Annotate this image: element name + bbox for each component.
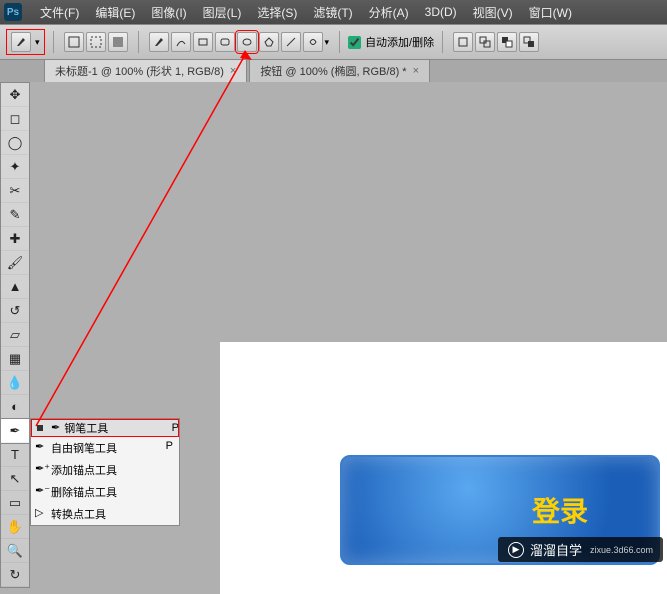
zoom-tool-icon[interactable]: 🔍 xyxy=(1,539,29,563)
healing-tool-icon[interactable]: ✚ xyxy=(1,227,29,251)
menu-analysis[interactable]: 分析(A) xyxy=(361,4,417,21)
gradient-tool-icon[interactable]: ▦ xyxy=(1,347,29,371)
auto-add-delete-label: 自动添加/删除 xyxy=(365,34,434,50)
divider xyxy=(53,31,54,53)
polygon-shape-icon[interactable] xyxy=(259,32,279,52)
dodge-tool-icon[interactable]: ◐ xyxy=(1,395,29,419)
menu-select[interactable]: 选择(S) xyxy=(249,4,305,21)
convert-point-icon: ▷ xyxy=(35,506,43,519)
play-icon: ▶ xyxy=(508,542,524,558)
pen-preset-icon[interactable] xyxy=(11,32,31,52)
flyout-item-add-anchor[interactable]: ✒⁺ 添加锚点工具 xyxy=(31,459,179,481)
active-marker-icon xyxy=(37,425,43,431)
shape-tool-icon[interactable]: ▭ xyxy=(1,491,29,515)
ellipse-shape-icon[interactable] xyxy=(237,32,257,52)
stamp-tool-icon[interactable]: ▲ xyxy=(1,275,29,299)
dropdown-icon[interactable]: ▾ xyxy=(325,37,330,48)
rect-shape-icon[interactable] xyxy=(193,32,213,52)
tool-preset-group: ▾ xyxy=(6,29,45,55)
flyout-item-label: 转换点工具 xyxy=(51,506,106,522)
pathop-intersect-icon[interactable] xyxy=(519,32,539,52)
tab-document-2[interactable]: 按钮 @ 100% (椭圆, RGB/8) * × xyxy=(249,59,430,82)
flyout-item-key: P xyxy=(172,422,179,434)
flyout-item-delete-anchor[interactable]: ✒⁻ 删除锚点工具 xyxy=(31,481,179,503)
fill-pixels-icon[interactable] xyxy=(108,32,128,52)
freeform-pen-icon[interactable] xyxy=(171,32,191,52)
menu-file[interactable]: 文件(F) xyxy=(32,4,87,21)
dropdown-icon[interactable]: ▾ xyxy=(35,37,40,48)
wand-tool-icon[interactable]: ✦ xyxy=(1,155,29,179)
hand-tool-icon[interactable]: ✋ xyxy=(1,515,29,539)
auto-add-delete-input[interactable] xyxy=(348,36,361,49)
pathop-subtract-icon[interactable] xyxy=(497,32,517,52)
watermark: ▶ 溜溜自学 zixue.3d66.com xyxy=(498,537,663,562)
brush-tool-icon[interactable]: 🖌 xyxy=(1,251,29,275)
eraser-tool-icon[interactable]: ▱ xyxy=(1,323,29,347)
divider xyxy=(339,31,340,53)
app-logo: Ps xyxy=(4,3,22,21)
flyout-item-freeform-pen[interactable]: ✒ 自由钢笔工具 P xyxy=(31,437,179,459)
watermark-url: zixue.3d66.com xyxy=(590,545,653,555)
lasso-tool-icon[interactable]: ◯ xyxy=(1,131,29,155)
flyout-item-label: 钢笔工具 xyxy=(64,420,171,436)
divider xyxy=(138,31,139,53)
custom-shape-icon[interactable] xyxy=(303,32,323,52)
rotate-view-icon[interactable]: ↻ xyxy=(1,563,29,587)
pen-icon: ✒ xyxy=(51,421,60,434)
flyout-item-label: 自由钢笔工具 xyxy=(51,440,117,456)
tab-document-1[interactable]: 未标题-1 @ 100% (形状 1, RGB/8) × xyxy=(44,59,247,82)
blur-tool-icon[interactable]: 💧 xyxy=(1,371,29,395)
menu-3d[interactable]: 3D(D) xyxy=(417,5,465,19)
pen-tool-icon[interactable]: ✒ xyxy=(1,419,29,443)
type-tool-icon[interactable]: T xyxy=(1,443,29,467)
line-shape-icon[interactable] xyxy=(281,32,301,52)
flyout-item-label: 删除锚点工具 xyxy=(51,484,117,500)
move-tool-icon[interactable]: ✥ xyxy=(1,83,29,107)
flyout-item-key: P xyxy=(166,440,173,456)
paths-icon[interactable] xyxy=(86,32,106,52)
eyedropper-tool-icon[interactable]: ✎ xyxy=(1,203,29,227)
pen-tool-flyout: ✒ 钢笔工具 P ✒ 自由钢笔工具 P ✒⁺ 添加锚点工具 ✒⁻ 删除锚点工具 … xyxy=(30,418,180,526)
add-anchor-icon: ✒⁺ xyxy=(35,462,50,475)
freeform-pen-icon: ✒ xyxy=(35,440,44,453)
history-brush-icon[interactable]: ↺ xyxy=(1,299,29,323)
crop-tool-icon[interactable]: ✂ xyxy=(1,179,29,203)
delete-anchor-icon: ✒⁻ xyxy=(35,484,50,497)
menu-filter[interactable]: 滤镜(T) xyxy=(305,4,360,21)
toolbox: ✥ ◻ ◯ ✦ ✂ ✎ ✚ 🖌 ▲ ↺ ▱ ▦ 💧 ◐ ✒ T ↖ ▭ ✋ 🔍 … xyxy=(0,82,30,588)
tab-label: 未标题-1 @ 100% (形状 1, RGB/8) xyxy=(55,63,224,79)
divider xyxy=(442,31,443,53)
pen-mode-icon[interactable] xyxy=(149,32,169,52)
shape-layers-icon[interactable] xyxy=(64,32,84,52)
flyout-item-label: 添加锚点工具 xyxy=(51,462,117,478)
path-select-tool-icon[interactable]: ↖ xyxy=(1,467,29,491)
watermark-brand: 溜溜自学 xyxy=(530,540,582,559)
menu-layer[interactable]: 图层(L) xyxy=(195,4,250,21)
close-icon[interactable]: × xyxy=(230,65,236,77)
menu-edit[interactable]: 编辑(E) xyxy=(87,4,143,21)
pathop-new-icon[interactable] xyxy=(453,32,473,52)
close-icon[interactable]: × xyxy=(413,65,419,77)
auto-add-delete-checkbox[interactable]: 自动添加/删除 xyxy=(348,34,434,50)
pathop-add-icon[interactable] xyxy=(475,32,495,52)
menu-window[interactable]: 窗口(W) xyxy=(521,4,580,21)
flyout-item-convert-point[interactable]: ▷ 转换点工具 xyxy=(31,503,179,525)
roundrect-shape-icon[interactable] xyxy=(215,32,235,52)
tab-label: 按钮 @ 100% (椭圆, RGB/8) * xyxy=(260,63,406,79)
flyout-header[interactable]: ✒ 钢笔工具 P xyxy=(31,419,179,437)
marquee-tool-icon[interactable]: ◻ xyxy=(1,107,29,131)
menu-image[interactable]: 图像(I) xyxy=(143,4,194,21)
button-preview-label: 登录 xyxy=(532,490,588,530)
menu-view[interactable]: 视图(V) xyxy=(465,4,521,21)
